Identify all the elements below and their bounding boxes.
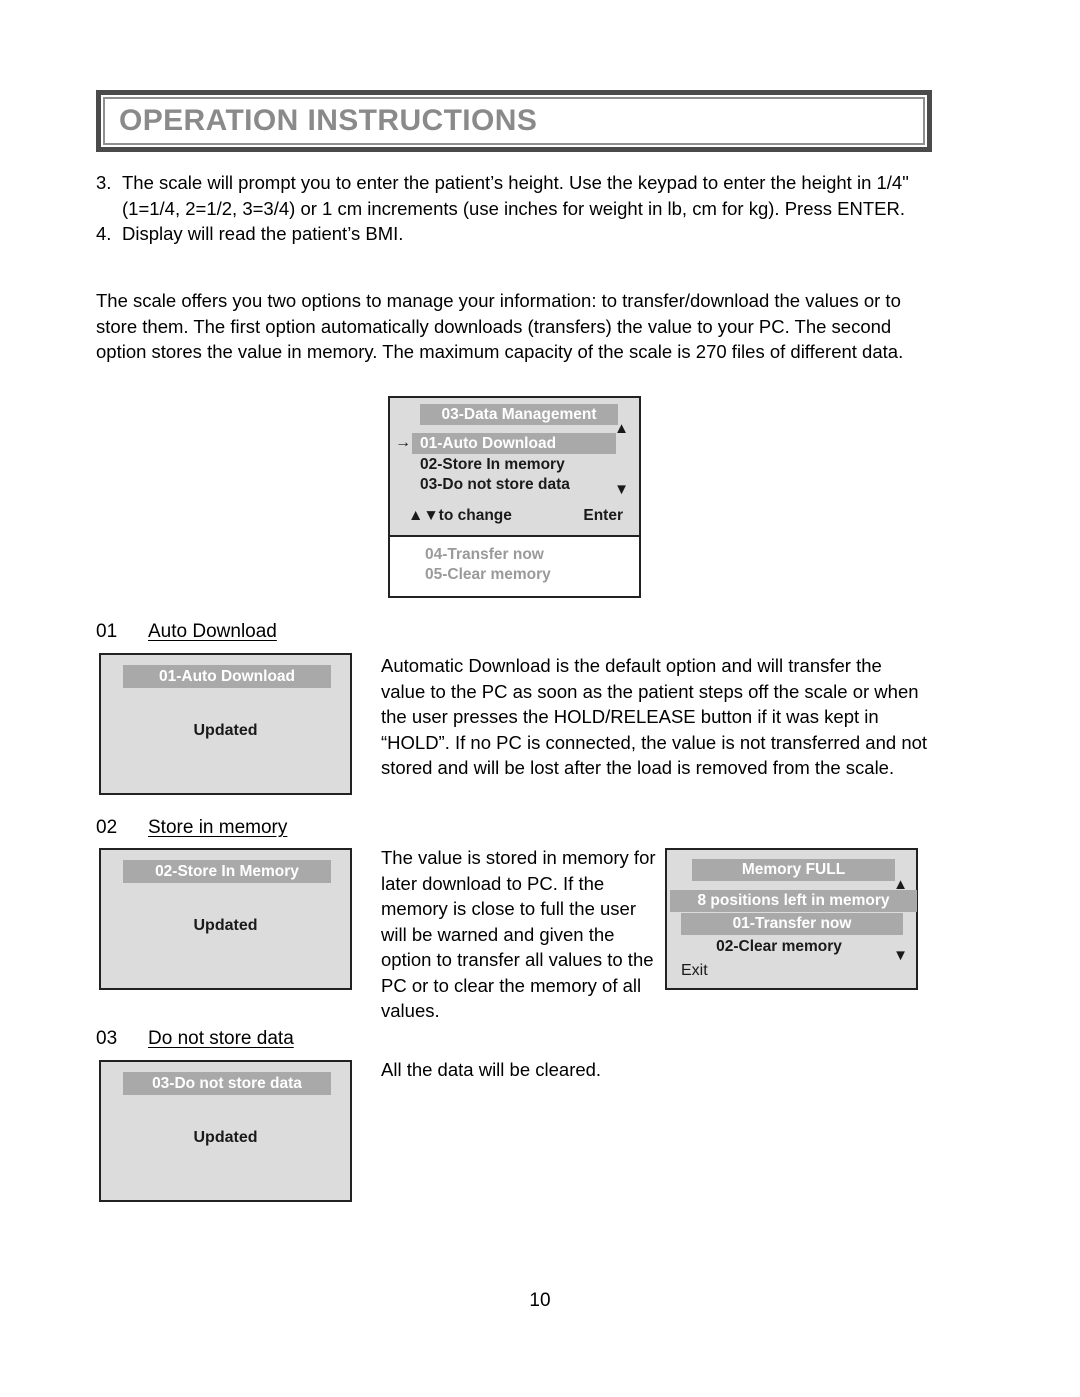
scroll-up-arrow-icon[interactable]: ▲ xyxy=(614,421,629,436)
selection-pointer-icon: → xyxy=(395,434,411,451)
menu-item-transfer-now[interactable]: 04-Transfer now xyxy=(425,545,544,565)
section-heading-do-not-store-data: 03 Do not store data xyxy=(96,1027,294,1051)
section-label: Store in memory xyxy=(148,817,288,838)
scroll-down-arrow-icon[interactable]: ▼ xyxy=(614,482,629,497)
menu-item-do-not-store-data[interactable]: 03-Do not store data xyxy=(420,475,570,495)
menu-item-clear-memory[interactable]: 05-Clear memory xyxy=(425,565,551,585)
list-item-marker: 4. xyxy=(96,223,112,244)
store-in-memory-paragraph: The value is stored in memory for later … xyxy=(381,847,656,1021)
auto-download-display: 01-Auto Download Updated xyxy=(99,653,352,795)
list-item-text: Display will read the patient’s BMI. xyxy=(122,223,404,244)
page-number: 10 xyxy=(529,1290,551,1311)
enter-hint-label: Enter xyxy=(583,507,623,524)
data-management-display: 03-Data Management ▲ → 01-Auto Download … xyxy=(388,396,641,537)
display-footer-hints: ▲▼to change Enter xyxy=(408,506,623,526)
list-item-text: The scale will prompt you to enter the p… xyxy=(122,172,909,219)
section-number: 01 xyxy=(96,621,118,642)
do-not-store-data-paragraph: All the data will be cleared. xyxy=(381,1059,602,1080)
auto-download-paragraph: Automatic Download is the default option… xyxy=(381,655,928,778)
menu-item-store-in-memory[interactable]: 02-Store In memory xyxy=(420,455,565,475)
page-title: OPERATION INSTRUCTIONS xyxy=(119,104,538,137)
display-title-bar: 03-Do not store data xyxy=(123,1072,331,1095)
section-heading-auto-download: 01 Auto Download xyxy=(96,620,277,644)
section-heading-store-in-memory: 02 Store in memory xyxy=(96,816,287,840)
data-management-offscreen-options: 04-Transfer now 05-Clear memory xyxy=(388,537,641,598)
list-item: 3. The scale will prompt you to enter th… xyxy=(96,170,940,221)
scroll-down-arrow-icon[interactable]: ▼ xyxy=(893,948,908,963)
section-number: 02 xyxy=(96,817,118,838)
menu-item-transfer-now[interactable]: 01-Transfer now xyxy=(681,913,903,935)
memory-full-display: Memory FULL ▲ 8 positions left in memory… xyxy=(665,848,918,990)
display-title: Memory FULL xyxy=(692,859,895,881)
list-item: 4. Display will read the patient’s BMI. xyxy=(96,221,940,247)
list-item-marker: 3. xyxy=(96,172,112,193)
positions-left-banner: 8 positions left in memory xyxy=(670,890,917,912)
menu-item-clear-memory[interactable]: 02-Clear memory xyxy=(667,936,891,958)
display-title-bar: 02-Store In Memory xyxy=(123,860,331,883)
menu-item-auto-download[interactable]: 01-Auto Download xyxy=(412,433,616,454)
change-hint-label: ▲▼to change xyxy=(408,507,512,524)
section-label: Auto Download xyxy=(148,621,277,642)
instruction-list: 3. The scale will prompt you to enter th… xyxy=(96,170,940,247)
display-title-bar: 01-Auto Download xyxy=(123,665,331,688)
section-number: 03 xyxy=(96,1028,118,1049)
section-label: Do not store data xyxy=(148,1028,294,1049)
page-header-banner: OPERATION INSTRUCTIONS xyxy=(96,90,932,152)
do-not-store-data-display: 03-Do not store data Updated xyxy=(99,1060,352,1202)
store-in-memory-display: 02-Store In Memory Updated xyxy=(99,848,352,990)
display-title: 03-Data Management xyxy=(420,404,618,425)
exit-label[interactable]: Exit xyxy=(681,961,708,981)
intro-paragraph: The scale offers you two options to mana… xyxy=(96,290,904,362)
display-status-text: Updated xyxy=(193,917,258,934)
page-header-inner-frame: OPERATION INSTRUCTIONS xyxy=(103,97,925,145)
display-status-text: Updated xyxy=(193,1129,258,1146)
display-status-text: Updated xyxy=(193,722,258,739)
